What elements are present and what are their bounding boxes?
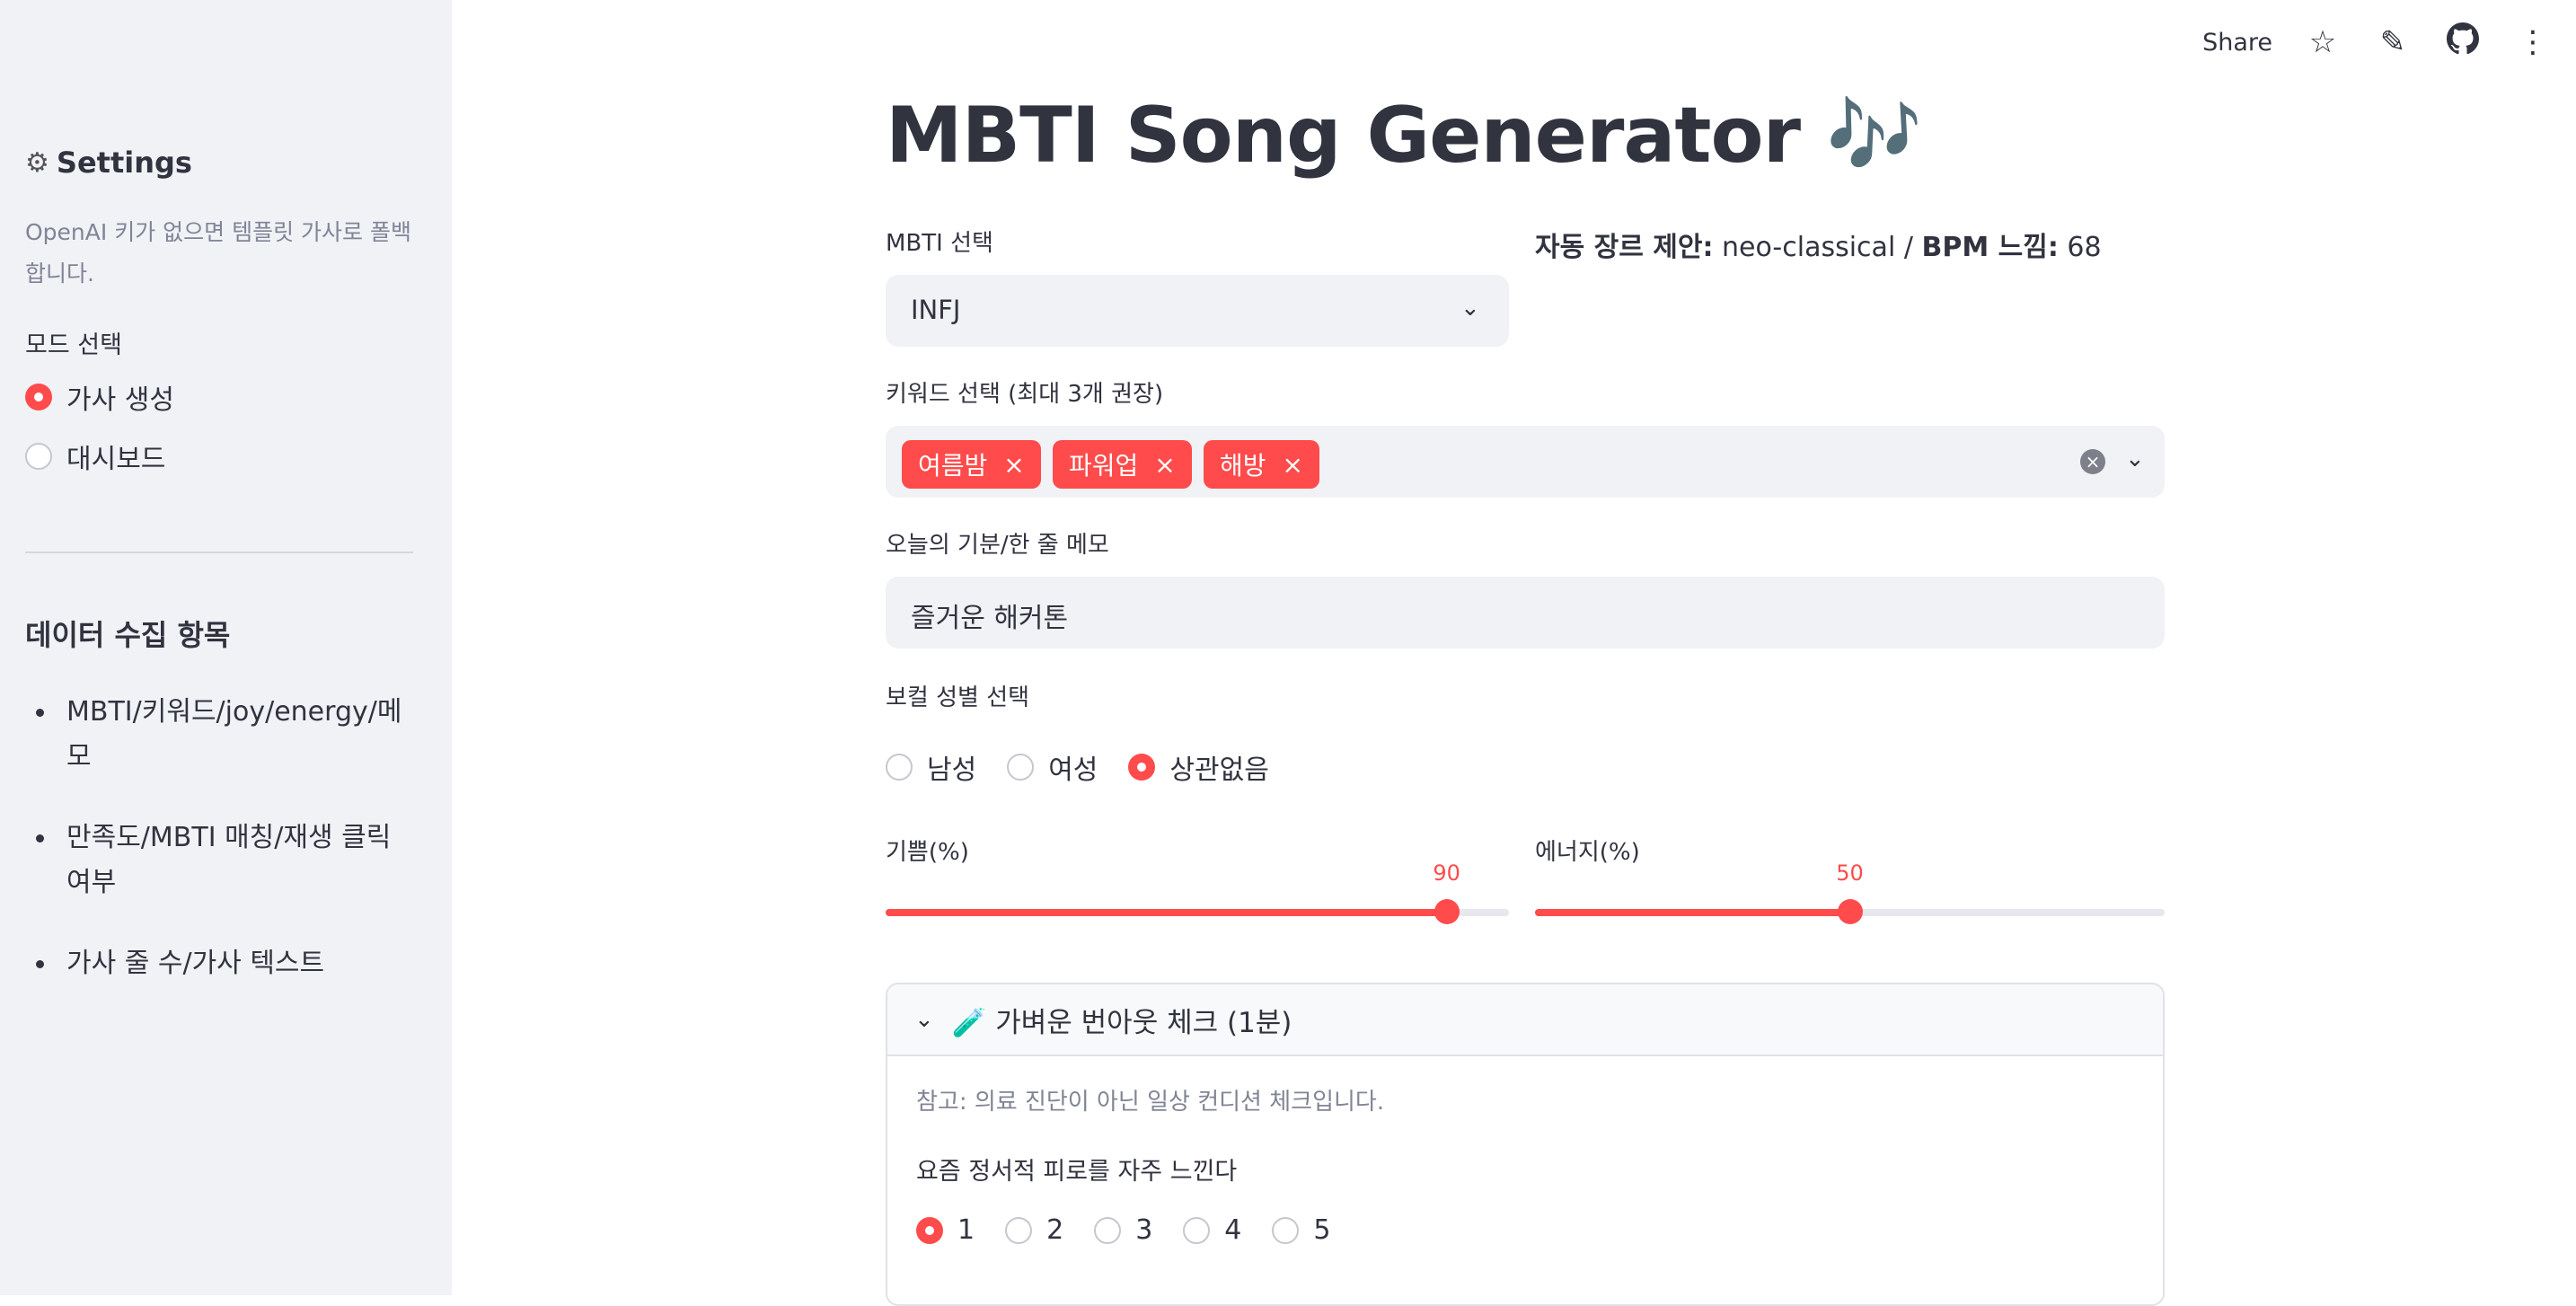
vocal-option-any[interactable]: 상관없음 — [1128, 747, 1269, 787]
page-title: MBTI Song Generator 🎶 — [886, 91, 1922, 181]
keyword-tag-label: 해방 — [1220, 451, 1266, 481]
radio-unselected-icon[interactable] — [1094, 1216, 1122, 1244]
sidebar: ⚙ Settings OpenAI 키가 없으면 템플릿 가사로 폴백합니다. … — [0, 0, 452, 1295]
burnout-option-label: 5 — [1313, 1214, 1331, 1246]
vocal-option-label: 남성 — [927, 754, 977, 786]
radio-unselected-icon[interactable] — [1183, 1216, 1211, 1244]
joy-slider-fill — [886, 909, 1447, 916]
share-button[interactable]: Share — [2202, 29, 2272, 57]
radio-unselected-icon[interactable] — [25, 443, 52, 470]
genre-value: neo-classical — [1722, 232, 1896, 263]
keyword-tag[interactable]: 여름밤 × — [902, 440, 1041, 489]
more-vertical-icon[interactable]: ⋮ — [2515, 24, 2551, 60]
joy-slider[interactable]: 90 — [886, 860, 1509, 924]
keywords-label: 키워드 선택 (최대 3개 권장) — [886, 381, 1164, 408]
vocal-option-male[interactable]: 남성 — [886, 747, 976, 787]
mbti-select[interactable]: INFJ ⌄ — [886, 275, 1509, 347]
genre-prefix: 자동 장르 제안: — [1535, 232, 1714, 263]
burnout-option-3[interactable]: 3 — [1094, 1214, 1152, 1246]
joy-slider-value: 90 — [1433, 860, 1460, 886]
burnout-expander: ⌄ 🧪 가벼운 번아웃 체크 (1분) 참고: 의료 진단이 아닌 일상 컨디션… — [886, 983, 2165, 1306]
sidebar-title-text: Settings — [56, 146, 192, 180]
chevron-down-icon[interactable]: ⌄ — [2125, 446, 2145, 472]
bpm-prefix: BPM 느낌: — [1921, 232, 2059, 263]
memo-label: 오늘의 기분/한 줄 메모 — [886, 532, 1109, 559]
joy-slider-thumb[interactable] — [1434, 899, 1460, 924]
radio-unselected-icon[interactable] — [1005, 1216, 1033, 1244]
burnout-radio-group: 1 2 3 4 5 — [916, 1214, 1330, 1246]
energy-slider-value: 50 — [1836, 860, 1864, 886]
burnout-question: 요즘 정서적 피로를 자주 느낀다 — [916, 1158, 1238, 1186]
close-icon[interactable]: × — [1003, 450, 1024, 480]
burnout-option-label: 3 — [1135, 1214, 1153, 1246]
bpm-value: 68 — [2067, 232, 2102, 263]
chevron-down-icon[interactable]: ⌄ — [1460, 295, 1480, 322]
expander-header[interactable]: ⌄ 🧪 가벼운 번아웃 체크 (1분) — [887, 984, 2163, 1056]
mbti-label: MBTI 선택 — [886, 230, 993, 257]
keyword-tag[interactable]: 파워업 × — [1053, 440, 1192, 489]
chevron-down-icon[interactable]: ⌄ — [914, 1006, 934, 1033]
burnout-option-label: 1 — [957, 1214, 975, 1246]
radio-selected-icon[interactable] — [25, 384, 52, 410]
keyword-tag-label: 파워업 — [1069, 451, 1139, 481]
genre-suggestion: 자동 장르 제안: neo-classical / BPM 느낌: 68 — [1535, 225, 2102, 264]
list-item: MBTI/키워드/joy/energy/메모 — [25, 690, 420, 780]
mbti-select-value: INFJ — [911, 295, 961, 325]
sidebar-title: ⚙ Settings — [25, 146, 192, 180]
burnout-option-1[interactable]: 1 — [916, 1214, 975, 1246]
vocal-option-label: 여성 — [1048, 754, 1098, 786]
gear-icon: ⚙ — [25, 146, 49, 179]
list-item: 만족도/MBTI 매칭/재생 클릭 여부 — [25, 816, 420, 905]
sidebar-divider — [25, 552, 413, 553]
mode-option-label: 대시보드 — [66, 444, 166, 475]
vocal-option-label: 상관없음 — [1169, 754, 1269, 786]
edit-pencil-icon[interactable]: ✎ — [2375, 24, 2411, 60]
mode-option-lyrics[interactable]: 가사 생성 — [25, 377, 174, 417]
keyword-tag-label: 여름밤 — [918, 451, 988, 481]
vocal-option-female[interactable]: 여성 — [1007, 747, 1098, 787]
memo-input[interactable]: 즐거운 해커톤 — [886, 577, 2165, 649]
radio-unselected-icon[interactable] — [1007, 754, 1035, 781]
burnout-option-2[interactable]: 2 — [1005, 1214, 1063, 1246]
mode-option-label: 가사 생성 — [66, 384, 174, 416]
burnout-option-label: 2 — [1046, 1214, 1064, 1246]
close-icon[interactable]: × — [1154, 450, 1175, 480]
keyword-tag[interactable]: 해방 × — [1204, 440, 1319, 489]
radio-selected-icon[interactable] — [916, 1216, 943, 1244]
vocal-radio-group: 남성 여성 상관없음 — [886, 747, 1269, 787]
mode-radio-group: 가사 생성 대시보드 — [25, 377, 174, 476]
burnout-option-label: 4 — [1224, 1214, 1242, 1246]
mode-option-dashboard[interactable]: 대시보드 — [25, 437, 174, 476]
github-icon[interactable] — [2445, 22, 2481, 63]
data-heading: 데이터 수집 항목 — [25, 618, 231, 652]
energy-slider-thumb[interactable] — [1837, 899, 1863, 924]
keywords-multiselect[interactable]: 여름밤 × 파워업 × 해방 × × ⌄ — [886, 426, 2165, 498]
sidebar-caption: OpenAI 키가 없으면 템플릿 가사로 폴백합니다. — [25, 219, 411, 287]
radio-unselected-icon[interactable] — [1272, 1216, 1300, 1244]
expander-caption: 참고: 의료 진단이 아닌 일상 컨디션 체크입니다. — [916, 1089, 1385, 1116]
expander-title: 🧪 가벼운 번아웃 체크 (1분) — [951, 1006, 1292, 1039]
star-icon[interactable]: ☆ — [2305, 24, 2341, 60]
mode-label: 모드 선택 — [25, 331, 122, 359]
vocal-label: 보컬 성별 선택 — [886, 684, 1030, 711]
memo-input-value: 즐거운 해커톤 — [911, 603, 1069, 634]
close-icon[interactable]: × — [1283, 450, 1303, 480]
clear-all-icon[interactable]: × — [2080, 449, 2105, 474]
list-item: 가사 줄 수/가사 텍스트 — [25, 941, 420, 986]
burnout-option-4[interactable]: 4 — [1183, 1214, 1241, 1246]
genre-separator: / — [1903, 232, 1913, 263]
energy-slider[interactable]: 50 — [1535, 860, 2165, 924]
energy-slider-fill — [1535, 909, 1850, 916]
data-list: MBTI/키워드/joy/energy/메모 만족도/MBTI 매칭/재생 클릭… — [25, 690, 420, 1022]
joy-label: 기쁨(%) — [886, 839, 969, 866]
burnout-option-5[interactable]: 5 — [1272, 1214, 1330, 1246]
radio-unselected-icon[interactable] — [886, 754, 913, 781]
top-toolbar: Share ☆ ✎ ⋮ — [2202, 20, 2576, 65]
energy-label: 에너지(%) — [1535, 839, 1640, 866]
radio-selected-icon[interactable] — [1128, 754, 1156, 781]
